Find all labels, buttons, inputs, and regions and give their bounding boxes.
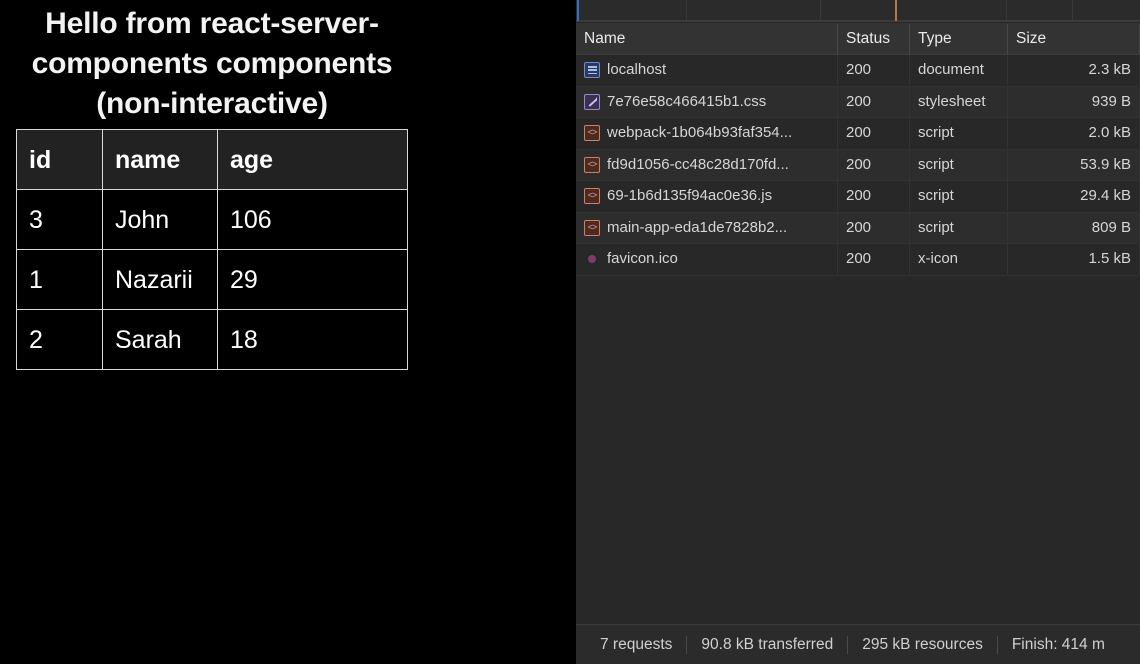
network-request-row[interactable]: fd9d1056-cc48c28d170fd... 200script53.9 k… <box>576 149 1140 181</box>
request-name-cell: webpack-1b064b93faf354... <box>576 118 838 149</box>
column-header-size[interactable]: Size <box>1008 23 1140 54</box>
request-name-cell: main-app-eda1de7828b2... <box>576 212 838 243</box>
column-header-id: id <box>16 129 103 190</box>
request-type-cell: script <box>910 181 1008 212</box>
cell-name: John <box>102 189 218 250</box>
request-type-cell: script <box>910 149 1008 180</box>
cell-age: 29 <box>217 249 408 310</box>
cell-id: 2 <box>16 309 103 370</box>
request-name: localhost <box>607 61 667 79</box>
request-type-cell: stylesheet <box>910 86 1008 117</box>
network-request-row[interactable]: main-app-eda1de7828b2... 200script809 B <box>576 212 1140 244</box>
request-status-cell: 200 <box>838 181 910 212</box>
table-row: 2 Sarah 18 <box>16 309 408 370</box>
status-transferred: 90.8 kB transferred <box>701 635 834 653</box>
overview-divider <box>686 0 687 21</box>
status-requests: 7 requests <box>600 635 673 653</box>
overview-event-marker <box>577 0 579 21</box>
request-name-cell: localhost <box>576 55 838 86</box>
request-status-cell: 200 <box>838 55 910 86</box>
network-request-row[interactable]: 7e76e58c466415b1.css 200 stylesheet 939 B <box>576 86 1140 118</box>
request-name-cell: favicon.ico <box>576 244 838 275</box>
network-requests-table: Name Status Type Size localhost 200 docume… <box>576 23 1140 624</box>
document-icon <box>584 62 600 79</box>
network-request-row[interactable]: 69-1b6d135f94ac0e36.js 200script29.4 kB <box>576 181 1140 213</box>
cell-age: 18 <box>217 309 408 370</box>
request-name-cell: fd9d1056-cc48c28d170fd... <box>576 149 838 180</box>
network-overview-timeline[interactable] <box>576 0 1140 22</box>
status-finish: Finish: 414 m <box>1011 635 1105 653</box>
overview-divider <box>1072 0 1073 21</box>
status-resources: 295 kB resources <box>862 635 983 653</box>
overview-divider <box>820 0 821 21</box>
network-table-header: Name Status Type Size <box>576 23 1140 55</box>
request-size-cell: 2.3 kB <box>1008 55 1140 86</box>
request-status-cell: 200 <box>838 118 910 149</box>
column-header-type[interactable]: Type <box>910 23 1008 54</box>
request-name: main-app-eda1de7828b2... <box>607 218 788 236</box>
request-status-cell: 200 <box>838 244 910 275</box>
users-table-body: 3 John 106 1 Nazarii 29 2 Sarah 18 <box>16 189 408 370</box>
script-icon <box>584 219 600 236</box>
script-icon <box>584 125 600 142</box>
table-row: 1 Nazarii 29 <box>16 249 408 310</box>
request-size-cell: 939 B <box>1008 86 1140 117</box>
overview-event-marker <box>895 0 897 21</box>
cell-name: Sarah <box>102 309 218 370</box>
request-name: 69-1b6d135f94ac0e36.js <box>607 187 773 205</box>
request-size-cell: 809 B <box>1008 212 1140 243</box>
cell-name: Nazarii <box>102 249 218 310</box>
request-name: fd9d1056-cc48c28d170fd... <box>607 155 789 173</box>
script-icon <box>584 156 600 173</box>
request-name: webpack-1b064b93faf354... <box>607 124 793 142</box>
table-header-row: id name age <box>16 129 408 190</box>
request-name: favicon.ico <box>607 250 678 268</box>
cell-age: 106 <box>217 189 408 250</box>
request-name-cell: 69-1b6d135f94ac0e36.js <box>576 181 838 212</box>
request-status-cell: 200 <box>838 149 910 180</box>
table-row: 3 John 106 <box>16 189 408 250</box>
request-name: 7e76e58c466415b1.css <box>607 92 767 110</box>
request-size-cell: 29.4 kB <box>1008 181 1140 212</box>
request-size-cell: 1.5 kB <box>1008 244 1140 275</box>
script-icon <box>584 188 600 205</box>
request-name-cell: 7e76e58c466415b1.css <box>576 86 838 117</box>
rendered-page: Hello from react-server-components compo… <box>0 0 576 664</box>
request-status-cell: 200 <box>838 212 910 243</box>
favicon-icon <box>584 251 600 267</box>
request-status-cell: 200 <box>838 86 910 117</box>
request-type-cell: document <box>910 55 1008 86</box>
request-size-cell: 2.0 kB <box>1008 118 1140 149</box>
network-status-bar: 7 requests 90.8 kB transferred 295 kB re… <box>576 624 1140 664</box>
request-type-cell: script <box>910 212 1008 243</box>
column-header-name: name <box>102 129 218 190</box>
devtools-network-panel: Name Status Type Size localhost 200 docume… <box>576 0 1140 664</box>
request-size-cell: 53.9 kB <box>1008 149 1140 180</box>
request-type-cell: script <box>910 118 1008 149</box>
users-table: id name age 3 John 106 1 Nazarii 29 2 Sa… <box>16 129 408 370</box>
network-request-row[interactable]: localhost 200 document 2.3 kB <box>576 55 1140 87</box>
column-header-name[interactable]: Name <box>576 23 838 54</box>
overview-divider <box>1006 0 1007 21</box>
cell-id: 3 <box>16 189 103 250</box>
request-type-cell: x-icon <box>910 244 1008 275</box>
cell-id: 1 <box>16 249 103 310</box>
overview-baseline <box>576 20 1140 21</box>
screenshot-root: Hello from react-server-components compo… <box>0 0 1140 664</box>
stylesheet-icon <box>584 93 600 110</box>
column-header-status[interactable]: Status <box>838 23 910 54</box>
users-table-head: id name age <box>16 129 408 190</box>
column-header-age: age <box>217 129 408 190</box>
network-rows-container: localhost 200 document 2.3 kB 7e76e58c466415… <box>576 55 1140 276</box>
network-request-row[interactable]: webpack-1b064b93faf354... 200script2.0 kB <box>576 118 1140 150</box>
network-request-row[interactable]: favicon.ico 200 x-icon 1.5 kB <box>576 244 1140 276</box>
page-title: Hello from react-server-components compo… <box>31 7 393 120</box>
